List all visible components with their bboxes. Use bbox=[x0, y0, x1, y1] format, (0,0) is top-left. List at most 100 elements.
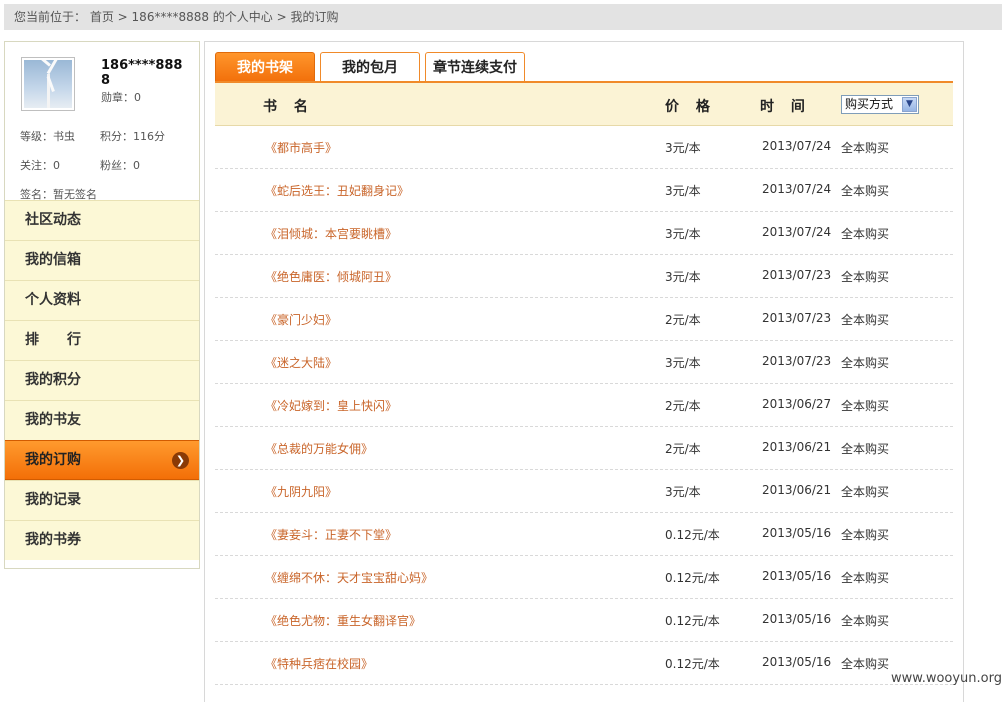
medal-count: 勋章：0 bbox=[101, 91, 141, 104]
purchase-date: 2013/07/24 bbox=[762, 225, 832, 239]
purchase-mode: 全本购买 bbox=[841, 485, 890, 499]
breadcrumb-prefix: 您当前位于： bbox=[14, 10, 87, 24]
table-row: 《缠绵不休：天才宝宝甜心妈》 0.12元/本 2013/05/16 全本购买 bbox=[215, 556, 953, 599]
watermark-text: www.wooyun.org bbox=[890, 671, 1002, 686]
book-title-link[interactable]: 《绝色尤物：重生女翻译官》 bbox=[265, 612, 421, 629]
purchase-date: 2013/06/21 bbox=[762, 483, 832, 497]
profile-card: 186****8888 勋章：0 等级：书虫 积分：116分 关注：0 粉丝：0… bbox=[5, 42, 199, 201]
breadcrumb-bar: 您当前位于： 首页 > 186****8888 的个人中心 > 我的订购 bbox=[4, 4, 1002, 30]
breadcrumb-current: 我的订购 bbox=[290, 10, 339, 24]
avatar[interactable] bbox=[21, 57, 75, 111]
tab-bookshelf[interactable]: 我的书架 bbox=[215, 52, 315, 82]
sidebar-item-points[interactable]: 我的积分 bbox=[5, 360, 199, 400]
breadcrumb-separator: > bbox=[272, 10, 291, 24]
sidebar-item-profile[interactable]: 个人资料 bbox=[5, 280, 199, 320]
book-title-link[interactable]: 《特种兵痞在校园》 bbox=[265, 655, 373, 672]
sidebar-menu: 社区动态 我的信箱 个人资料 排 行 我的积分 我的书友 我的订购 ❯ 我的记录 … bbox=[5, 200, 199, 560]
sidebar-item-label: 排 行 bbox=[25, 332, 81, 348]
purchase-date: 2013/07/24 bbox=[762, 182, 832, 196]
column-header-name: 书 名 bbox=[263, 99, 314, 115]
purchase-date: 2013/07/23 bbox=[762, 311, 832, 325]
tab-monthly[interactable]: 我的包月 bbox=[320, 52, 420, 82]
sidebar-item-label: 我的订购 bbox=[25, 452, 81, 468]
book-price: 3元/本 bbox=[665, 227, 701, 241]
table-row: 《绝色尤物：重生女翻译官》 0.12元/本 2013/05/16 全本购买 bbox=[215, 599, 953, 642]
purchase-date: 2013/05/16 bbox=[762, 569, 832, 583]
table-row: 《特种兵痞在校园》 0.12元/本 2013/05/16 全本购买 bbox=[215, 642, 953, 685]
purchase-date: 2013/07/23 bbox=[762, 268, 832, 282]
sidebar-item-orders[interactable]: 我的订购 ❯ bbox=[5, 440, 199, 480]
purchase-mode: 全本购买 bbox=[841, 227, 890, 241]
purchase-list: 《都市高手》 3元/本 2013/07/24 全本购买 《蛇后选王：丑妃翻身记》 3元/本… bbox=[215, 126, 953, 685]
sidebar-item-friends[interactable]: 我的书友 bbox=[5, 400, 199, 440]
tab-chapter-pay[interactable]: 章节连续支付 bbox=[425, 52, 525, 82]
user-level: 等级：书虫 bbox=[20, 130, 75, 143]
sidebar-item-vouchers[interactable]: 我的书券 bbox=[5, 520, 199, 560]
book-price: 0.12元/本 bbox=[665, 657, 720, 671]
purchase-mode: 全本购买 bbox=[841, 528, 890, 542]
column-header-time: 时 间 bbox=[760, 99, 811, 115]
purchase-date: 2013/05/16 bbox=[762, 655, 832, 669]
book-title-link[interactable]: 《豪门少妇》 bbox=[265, 311, 337, 328]
book-price: 0.12元/本 bbox=[665, 528, 720, 542]
purchase-date: 2013/05/16 bbox=[762, 612, 832, 626]
book-title-link[interactable]: 《九阴九阳》 bbox=[265, 483, 337, 500]
book-price: 0.12元/本 bbox=[665, 571, 720, 585]
book-price: 3元/本 bbox=[665, 270, 701, 284]
sidebar-item-label: 我的书券 bbox=[25, 532, 81, 548]
book-title-link[interactable]: 《绝色庸医：倾城阿丑》 bbox=[265, 268, 397, 285]
main-panel: 我的书架 我的包月 章节连续支付 书 名 价 格 时 间 购买方式 ▼ 《都市高… bbox=[204, 41, 964, 702]
table-row: 《冷妃嫁到：皇上快闪》 2元/本 2013/06/27 全本购买 bbox=[215, 384, 953, 427]
username: 186****8888 bbox=[101, 58, 183, 88]
table-row: 《泪倾城：本宫要眺槽》 3元/本 2013/07/24 全本购买 bbox=[215, 212, 953, 255]
purchase-mode: 全本购买 bbox=[841, 141, 890, 155]
table-row: 《九阴九阳》 3元/本 2013/06/21 全本购买 bbox=[215, 470, 953, 513]
sidebar-item-label: 社区动态 bbox=[25, 212, 81, 228]
purchase-mode: 全本购买 bbox=[841, 399, 890, 413]
book-title-link[interactable]: 《妻妾斗：正妻不下堂》 bbox=[265, 526, 397, 543]
breadcrumb-user-center-link[interactable]: 186****8888 的个人中心 bbox=[132, 10, 273, 24]
book-title-link[interactable]: 《泪倾城：本宫要眺槽》 bbox=[265, 225, 397, 242]
table-row: 《蛇后选王：丑妃翻身记》 3元/本 2013/07/24 全本购买 bbox=[215, 169, 953, 212]
book-price: 2元/本 bbox=[665, 399, 701, 413]
user-points: 积分：116分 bbox=[100, 130, 165, 143]
purchase-mode: 全本购买 bbox=[841, 356, 890, 370]
book-title-link[interactable]: 《都市高手》 bbox=[265, 139, 337, 156]
book-price: 0.12元/本 bbox=[665, 614, 720, 628]
table-header: 书 名 价 格 时 间 购买方式 ▼ bbox=[215, 83, 953, 126]
sidebar-item-label: 我的记录 bbox=[25, 492, 81, 508]
book-title-link[interactable]: 《迷之大陆》 bbox=[265, 354, 337, 371]
fans-count: 粉丝：0 bbox=[100, 159, 140, 172]
sidebar-item-ranking[interactable]: 排 行 bbox=[5, 320, 199, 360]
purchase-mode: 全本购买 bbox=[841, 442, 890, 456]
sidebar-item-history[interactable]: 我的记录 bbox=[5, 480, 199, 520]
sidebar: 186****8888 勋章：0 等级：书虫 积分：116分 关注：0 粉丝：0… bbox=[4, 41, 200, 569]
purchase-mode: 全本购买 bbox=[841, 614, 890, 628]
sidebar-item-label: 我的书友 bbox=[25, 412, 81, 428]
sidebar-item-label: 我的积分 bbox=[25, 372, 81, 388]
breadcrumb-home-link[interactable]: 首页 bbox=[90, 10, 114, 24]
purchase-date: 2013/07/24 bbox=[762, 139, 832, 153]
breadcrumb-separator: > bbox=[113, 10, 132, 24]
chevron-down-icon[interactable]: ▼ bbox=[902, 97, 917, 112]
purchase-mode: 全本购买 bbox=[841, 184, 890, 198]
book-title-link[interactable]: 《冷妃嫁到：皇上快闪》 bbox=[265, 397, 397, 414]
book-title-link[interactable]: 《总裁的万能女佣》 bbox=[265, 440, 373, 457]
book-title-link[interactable]: 《蛇后选王：丑妃翻身记》 bbox=[265, 182, 409, 199]
windmill-avatar-image bbox=[24, 60, 72, 108]
sidebar-item-label: 个人资料 bbox=[25, 292, 81, 308]
book-price: 3元/本 bbox=[665, 356, 701, 370]
table-row: 《总裁的万能女佣》 2元/本 2013/06/21 全本购买 bbox=[215, 427, 953, 470]
breadcrumb: 您当前位于： 首页 > 186****8888 的个人中心 > 我的订购 bbox=[14, 10, 339, 24]
book-title-link[interactable]: 《缠绵不休：天才宝宝甜心妈》 bbox=[265, 569, 433, 586]
book-price: 3元/本 bbox=[665, 141, 701, 155]
column-header-price: 价 格 bbox=[665, 99, 716, 115]
table-row: 《妻妾斗：正妻不下堂》 0.12元/本 2013/05/16 全本购买 bbox=[215, 513, 953, 556]
sidebar-item-inbox[interactable]: 我的信箱 bbox=[5, 240, 199, 280]
purchase-mode: 全本购买 bbox=[841, 657, 890, 671]
chevron-right-icon: ❯ bbox=[172, 452, 189, 469]
sidebar-item-community[interactable]: 社区动态 bbox=[5, 200, 199, 240]
table-row: 《豪门少妇》 2元/本 2013/07/23 全本购买 bbox=[215, 298, 953, 341]
purchase-mode-select[interactable]: 购买方式 ▼ bbox=[841, 95, 919, 114]
purchase-date: 2013/06/21 bbox=[762, 440, 832, 454]
